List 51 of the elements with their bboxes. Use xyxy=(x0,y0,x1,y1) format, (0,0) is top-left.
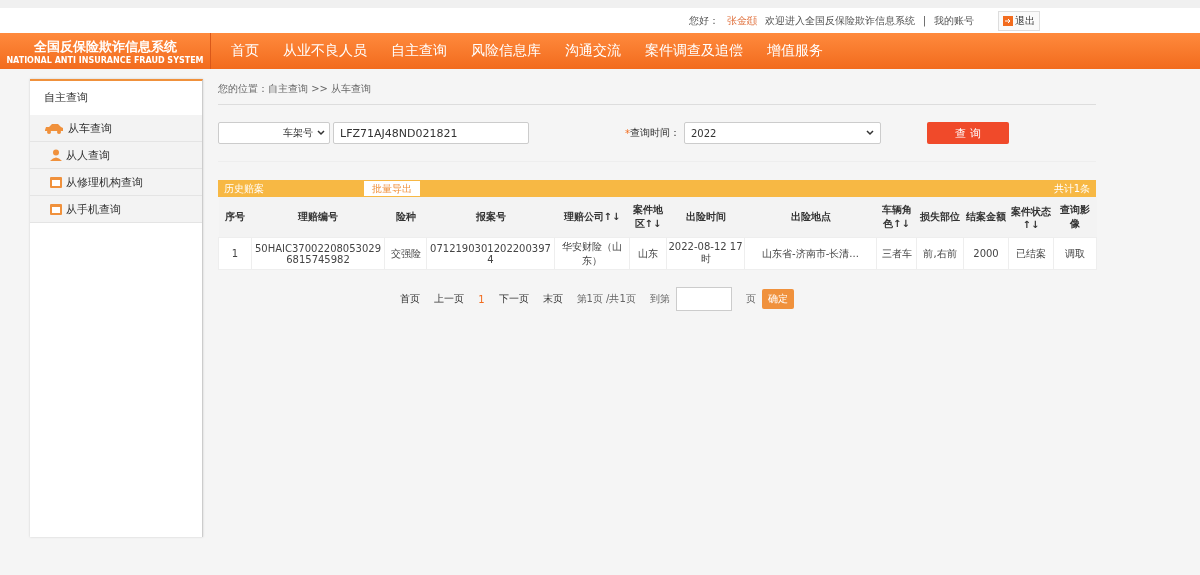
first-page-link[interactable]: 首页 xyxy=(400,292,421,306)
sidebar-item[interactable]: 从人查询 xyxy=(30,142,202,169)
exit-icon xyxy=(1003,15,1013,26)
prev-page-link[interactable]: 上一页 xyxy=(434,292,465,306)
greeting-text: 您好： xyxy=(688,13,719,28)
table-cell: 交强险 xyxy=(384,237,427,270)
person-icon xyxy=(50,149,62,161)
table-cell: 50HAIC370022080530296815745982 xyxy=(251,237,385,270)
car-icon xyxy=(44,122,64,134)
page-info: 第1页 /共1页 xyxy=(576,292,636,306)
sidebar-title: 自主查询 xyxy=(43,90,89,106)
table-cell: 山东省-济南市-长清... xyxy=(744,237,877,270)
table-cell: 1 xyxy=(218,237,252,270)
table-cell: 07121903012022003974 xyxy=(426,237,555,270)
calendar-icon xyxy=(50,176,62,188)
calendar-icon xyxy=(50,203,62,215)
next-page-link[interactable]: 下一页 xyxy=(498,292,529,306)
required-mark: * xyxy=(625,127,630,139)
vin-field[interactable]: LFZ71AJ48ND021821 xyxy=(333,122,529,144)
table-cell: 山东 xyxy=(629,237,667,270)
time-select[interactable]: 2022 xyxy=(684,122,881,144)
type-select[interactable]: 车架号 xyxy=(218,122,330,144)
current-page: 1 xyxy=(478,293,485,305)
separator-text: | xyxy=(922,15,926,26)
table-cell: 已结案 xyxy=(1008,237,1054,270)
table-title: 历史赔案 xyxy=(224,181,264,196)
query-button[interactable]: 查 询 xyxy=(927,122,1009,144)
time-label: 查询时间： xyxy=(630,126,680,140)
brand-subtitle: NATIONAL ANTI INSURANCE FRAUD SYSTEM xyxy=(6,55,204,65)
welcome-text: 欢迎进入全国反保险欺诈信息系统 xyxy=(764,13,915,28)
table-cell: 2022-08-12 17时 xyxy=(666,237,745,270)
table-cell: 调取 xyxy=(1053,237,1097,270)
last-page-link[interactable]: 末页 xyxy=(542,292,563,306)
user-name: 张金颋 xyxy=(726,13,757,28)
table-cell: 华安财险（山东） xyxy=(554,237,630,270)
account-link[interactable]: 我的账号 xyxy=(934,13,974,28)
page-input[interactable] xyxy=(675,287,732,311)
logout-button[interactable]: 退出 xyxy=(998,10,1040,31)
caret-icon xyxy=(317,130,325,136)
breadcrumb: 您的位置：自主查询 >> 从车查询 xyxy=(218,79,1096,105)
total-count: 共计1条 xyxy=(1053,181,1090,196)
table-cell: 三者车 xyxy=(876,237,917,270)
table-cell: 2000 xyxy=(963,237,1009,270)
sidebar-item[interactable]: 从修理机构查询 xyxy=(30,169,202,196)
caret-icon xyxy=(866,130,874,136)
table-cell: 前,右前 xyxy=(916,237,964,270)
sidebar-item[interactable]: 从车查询 xyxy=(30,115,202,142)
page-label: 页 xyxy=(745,292,756,306)
sidebar-item[interactable]: 从手机查询 xyxy=(30,196,202,223)
brand-title: 全国反保险欺诈信息系统 xyxy=(33,37,177,56)
goto-label: 到第 xyxy=(649,292,670,306)
